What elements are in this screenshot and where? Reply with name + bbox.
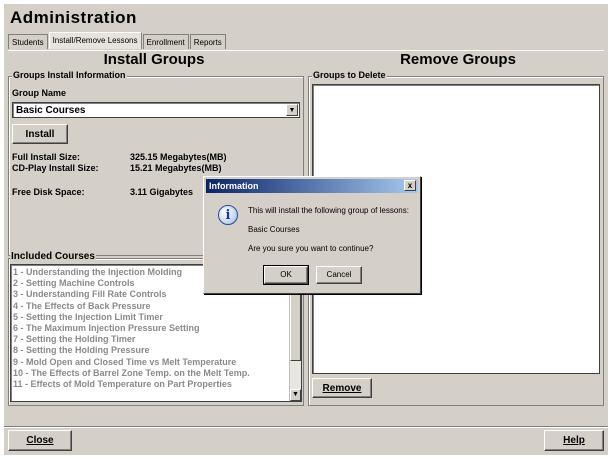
full-install-size-value: 325.15 Megabytes(MB) [130, 152, 227, 162]
footer-divider [4, 426, 608, 427]
cd-play-install-size-value: 15.21 Megabytes(MB) [130, 163, 222, 173]
close-button-label: Close [26, 435, 54, 446]
list-item[interactable]: 8 - Setting the Holding Pressure [11, 345, 301, 356]
cancel-button[interactable]: Cancel [316, 266, 362, 284]
list-item[interactable]: 6 - The Maximum Injection Pressure Setti… [11, 323, 301, 334]
help-button-label: Help [563, 435, 585, 446]
list-item[interactable]: 9 - Mold Open and Closed Time vs Melt Te… [11, 357, 301, 368]
cd-play-install-size-label: CD-Play Install Size: [12, 163, 99, 173]
remove-button-label: Remove [322, 383, 362, 394]
list-item[interactable]: 11 - Effects of Mold Temperature on Part… [11, 379, 301, 390]
install-button[interactable]: Install [12, 124, 68, 144]
tab-bar: Students Install/Remove Lessons Enrollme… [8, 32, 227, 50]
list-item[interactable]: 10 - The Effects of Barrel Zone Temp. on… [11, 368, 301, 379]
list-item[interactable]: 7 - Setting the Holding Timer [11, 334, 301, 345]
tab-install-remove-lessons[interactable]: Install/Remove Lessons [48, 32, 142, 49]
groups-install-info-legend: Groups Install Information [12, 70, 127, 80]
chevron-down-icon[interactable]: ▼ [286, 104, 298, 116]
dialog-message-line1: This will install the following group of… [248, 206, 409, 215]
dialog-message-line3: Are you sure you want to continue? [248, 244, 374, 253]
info-icon: i [218, 205, 238, 225]
ok-button[interactable]: OK [263, 265, 309, 285]
included-courses-legend: Included Courses [10, 251, 96, 262]
list-item[interactable]: 5 - Setting the Injection Limit Timer [11, 312, 301, 323]
scroll-down-icon[interactable]: ▼ [290, 389, 301, 401]
list-item[interactable]: 4 - The Effects of Back Pressure [11, 301, 301, 312]
group-name-select[interactable]: Basic Courses ▼ [12, 102, 300, 118]
remove-groups-heading: Remove Groups [400, 51, 516, 68]
full-install-size-label: Full Install Size: [12, 152, 81, 162]
information-dialog: Information x i This will install the fo… [203, 176, 421, 294]
app-title: Administration [10, 8, 137, 27]
dialog-title: Information [209, 181, 259, 191]
dialog-title-bar[interactable]: Information x [206, 179, 418, 193]
help-button[interactable]: Help [544, 430, 604, 451]
tab-enrollment[interactable]: Enrollment [142, 34, 189, 49]
install-groups-heading: Install Groups [103, 51, 205, 68]
close-button[interactable]: Close [8, 430, 72, 451]
free-disk-space-value: 3.11 Gigabytes [130, 187, 194, 197]
free-disk-space-label: Free Disk Space: [12, 187, 85, 197]
group-name-value: Basic Courses [16, 105, 86, 116]
groups-to-delete-legend: Groups to Delete [312, 70, 387, 80]
close-icon[interactable]: x [404, 180, 416, 191]
group-name-label: Group Name [12, 88, 67, 98]
dialog-message-line2: Basic Courses [248, 225, 300, 234]
remove-button[interactable]: Remove [312, 378, 372, 398]
tab-students[interactable]: Students [8, 34, 48, 49]
tab-reports[interactable]: Reports [189, 34, 226, 49]
